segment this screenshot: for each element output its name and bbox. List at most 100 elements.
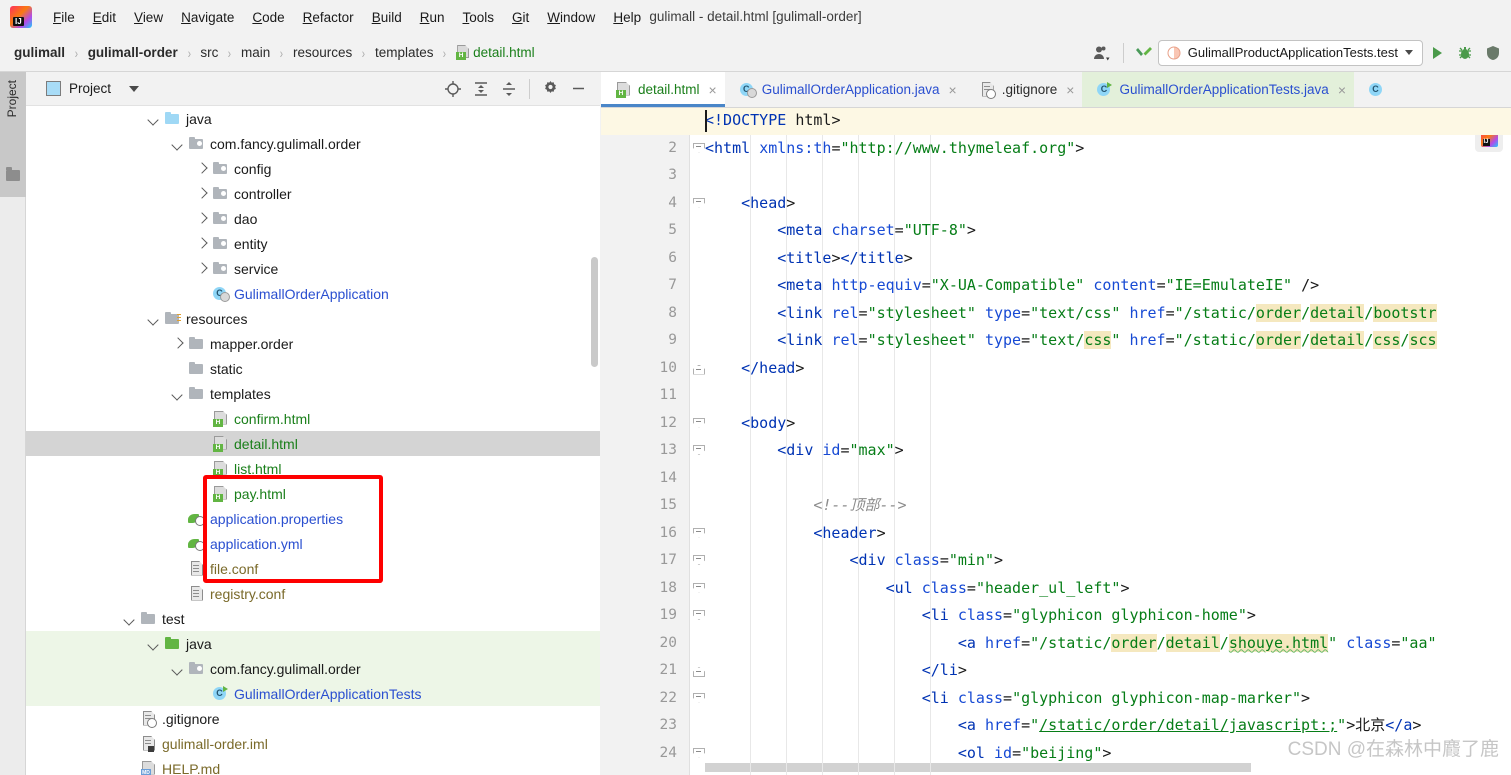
chevron-down-icon[interactable]	[170, 136, 186, 152]
fold-expand-icon[interactable]	[693, 583, 704, 594]
editor-gutter[interactable]: 123456789101112131415161718192021222324	[601, 108, 690, 775]
code-line[interactable]: <a href="/static/order/detail/shouye.htm…	[705, 630, 1437, 658]
code-line[interactable]: <meta http-equiv="X-UA-Compatible" conte…	[705, 272, 1319, 300]
tree-node-gulimallorderapplication[interactable]: GulimallOrderApplication	[26, 281, 600, 306]
fold-expand-icon[interactable]	[693, 143, 704, 154]
tree-node-entity[interactable]: entity	[26, 231, 600, 256]
menu-window[interactable]: Window	[538, 7, 604, 28]
menu-build[interactable]: Build	[363, 7, 411, 28]
chevron-right-icon[interactable]	[194, 211, 210, 227]
tree-node-gulimallorderapplicationtests[interactable]: GulimallOrderApplicationTests	[26, 681, 600, 706]
breadcrumb-item-templates[interactable]: templates	[373, 45, 436, 60]
tree-node-help-md[interactable]: HELP.md	[26, 756, 600, 775]
chevron-down-icon[interactable]	[170, 386, 186, 402]
menu-tools[interactable]: Tools	[454, 7, 504, 28]
tree-node-gulimall-order-iml[interactable]: gulimall-order.iml	[26, 731, 600, 756]
chevron-right-icon[interactable]	[194, 186, 210, 202]
fold-expand-icon[interactable]	[693, 528, 704, 539]
close-tab-icon[interactable]: ×	[709, 83, 717, 97]
menu-run[interactable]: Run	[411, 7, 454, 28]
editor-tab-detail-html[interactable]: detail.html ×	[601, 72, 725, 107]
code-line[interactable]: <div class="min">	[705, 547, 1004, 575]
tree-node-controller[interactable]: controller	[26, 181, 600, 206]
close-tab-icon[interactable]: ×	[1338, 83, 1346, 97]
breadcrumb-item-gulimall-order[interactable]: gulimall-order	[86, 45, 180, 60]
tree-node--gitignore[interactable]: .gitignore	[26, 706, 600, 731]
fold-collapse-icon[interactable]	[693, 363, 704, 374]
code-line[interactable]: </li>	[705, 657, 967, 685]
tree-node-application-properties[interactable]: application.properties	[26, 506, 600, 531]
fold-expand-icon[interactable]	[693, 693, 704, 704]
close-tab-icon[interactable]: ×	[1066, 83, 1074, 97]
menu-view[interactable]: View	[125, 7, 172, 28]
code-line[interactable]: <title></title>	[705, 245, 912, 273]
tree-node-detail-html[interactable]: detail.html	[26, 431, 600, 456]
chevron-right-icon[interactable]	[194, 261, 210, 277]
code-line[interactable]: </head>	[705, 355, 804, 383]
menu-help[interactable]: Help	[604, 7, 650, 28]
tree-node-java[interactable]: java	[26, 631, 600, 656]
build-hammer-icon[interactable]	[1130, 38, 1158, 68]
run-play-icon[interactable]	[1423, 38, 1451, 68]
tool-window-button-project[interactable]: Project	[0, 72, 26, 197]
menu-code[interactable]: Code	[243, 7, 293, 28]
editor-tab-gulimallorderapplicationtests-java[interactable]: GulimallOrderApplicationTests.java ×	[1082, 72, 1354, 107]
breadcrumb-item-gulimall[interactable]: gulimall	[12, 45, 67, 60]
chevron-right-icon[interactable]	[194, 236, 210, 252]
menu-git[interactable]: Git	[503, 7, 538, 28]
menu-file[interactable]: File	[44, 7, 84, 28]
tree-node-static[interactable]: static	[26, 356, 600, 381]
code-line[interactable]: <ul class="header_ul_left">	[705, 575, 1130, 603]
chevron-down-icon[interactable]	[170, 661, 186, 677]
chevron-down-icon[interactable]	[146, 311, 162, 327]
code-line[interactable]: <a href="/static/order/detail/javascript…	[705, 712, 1422, 740]
chevron-down-icon[interactable]	[1405, 50, 1413, 55]
tree-node-file-conf[interactable]: file.conf	[26, 556, 600, 581]
tree-node-java[interactable]: java	[26, 106, 600, 131]
tree-node-mapper-order[interactable]: mapper.order	[26, 331, 600, 356]
code-line[interactable]: <div id="max">	[705, 437, 903, 465]
code-line[interactable]: <body>	[705, 410, 795, 438]
tree-node-application-yml[interactable]: application.yml	[26, 531, 600, 556]
run-with-coverage-icon[interactable]	[1479, 38, 1507, 68]
tree-node-pay-html[interactable]: pay.html	[26, 481, 600, 506]
menu-refactor[interactable]: Refactor	[294, 7, 363, 28]
tree-node-templates[interactable]: templates	[26, 381, 600, 406]
tree-node-confirm-html[interactable]: confirm.html	[26, 406, 600, 431]
user-dropdown-icon[interactable]	[1089, 38, 1117, 68]
code-line[interactable]: <li class="glyphicon glyphicon-home">	[705, 602, 1256, 630]
settings-gear-icon[interactable]	[536, 74, 564, 104]
fold-expand-icon[interactable]	[693, 445, 704, 456]
hide-panel-icon[interactable]	[564, 74, 592, 104]
code-line[interactable]: <header>	[705, 520, 885, 548]
editor-tab-gulimallorderapplication-java[interactable]: GulimallOrderApplication.java ×	[724, 72, 965, 107]
tree-node-resources[interactable]: resources	[26, 306, 600, 331]
fold-expand-icon[interactable]	[693, 418, 704, 429]
fold-expand-icon[interactable]	[693, 748, 704, 759]
tree-node-service[interactable]: service	[26, 256, 600, 281]
menu-edit[interactable]: Edit	[84, 7, 125, 28]
chevron-down-icon[interactable]	[146, 636, 162, 652]
scroll-from-source-icon[interactable]	[439, 74, 467, 104]
breadcrumb-item-detail-html[interactable]: detail.html	[454, 45, 537, 60]
tree-node-dao[interactable]: dao	[26, 206, 600, 231]
fold-expand-icon[interactable]	[693, 610, 704, 621]
code-line[interactable]: <html xmlns:th="http://www.thymeleaf.org…	[705, 135, 1084, 163]
code-line[interactable]: <!DOCTYPE html>	[705, 108, 840, 135]
tree-node-registry-conf[interactable]: registry.conf	[26, 581, 600, 606]
expand-all-icon[interactable]	[467, 74, 495, 104]
close-tab-icon[interactable]: ×	[949, 83, 957, 97]
fold-collapse-icon[interactable]	[693, 665, 704, 676]
breadcrumb-item-resources[interactable]: resources	[291, 45, 354, 60]
tree-node-config[interactable]: config	[26, 156, 600, 181]
chevron-right-icon[interactable]	[194, 161, 210, 177]
chevron-down-icon[interactable]	[122, 611, 138, 627]
debug-bug-icon[interactable]	[1451, 38, 1479, 68]
code-line[interactable]: <link rel="stylesheet" type="text/css" h…	[705, 300, 1437, 328]
project-panel-scrollbar[interactable]	[591, 257, 598, 367]
code-line[interactable]: <li class="glyphicon glyphicon-map-marke…	[705, 685, 1310, 713]
chevron-down-icon[interactable]	[146, 111, 162, 127]
code-line[interactable]: <head>	[705, 190, 795, 218]
breadcrumb-item-src[interactable]: src	[198, 45, 220, 60]
menu-navigate[interactable]: Navigate	[172, 7, 243, 28]
